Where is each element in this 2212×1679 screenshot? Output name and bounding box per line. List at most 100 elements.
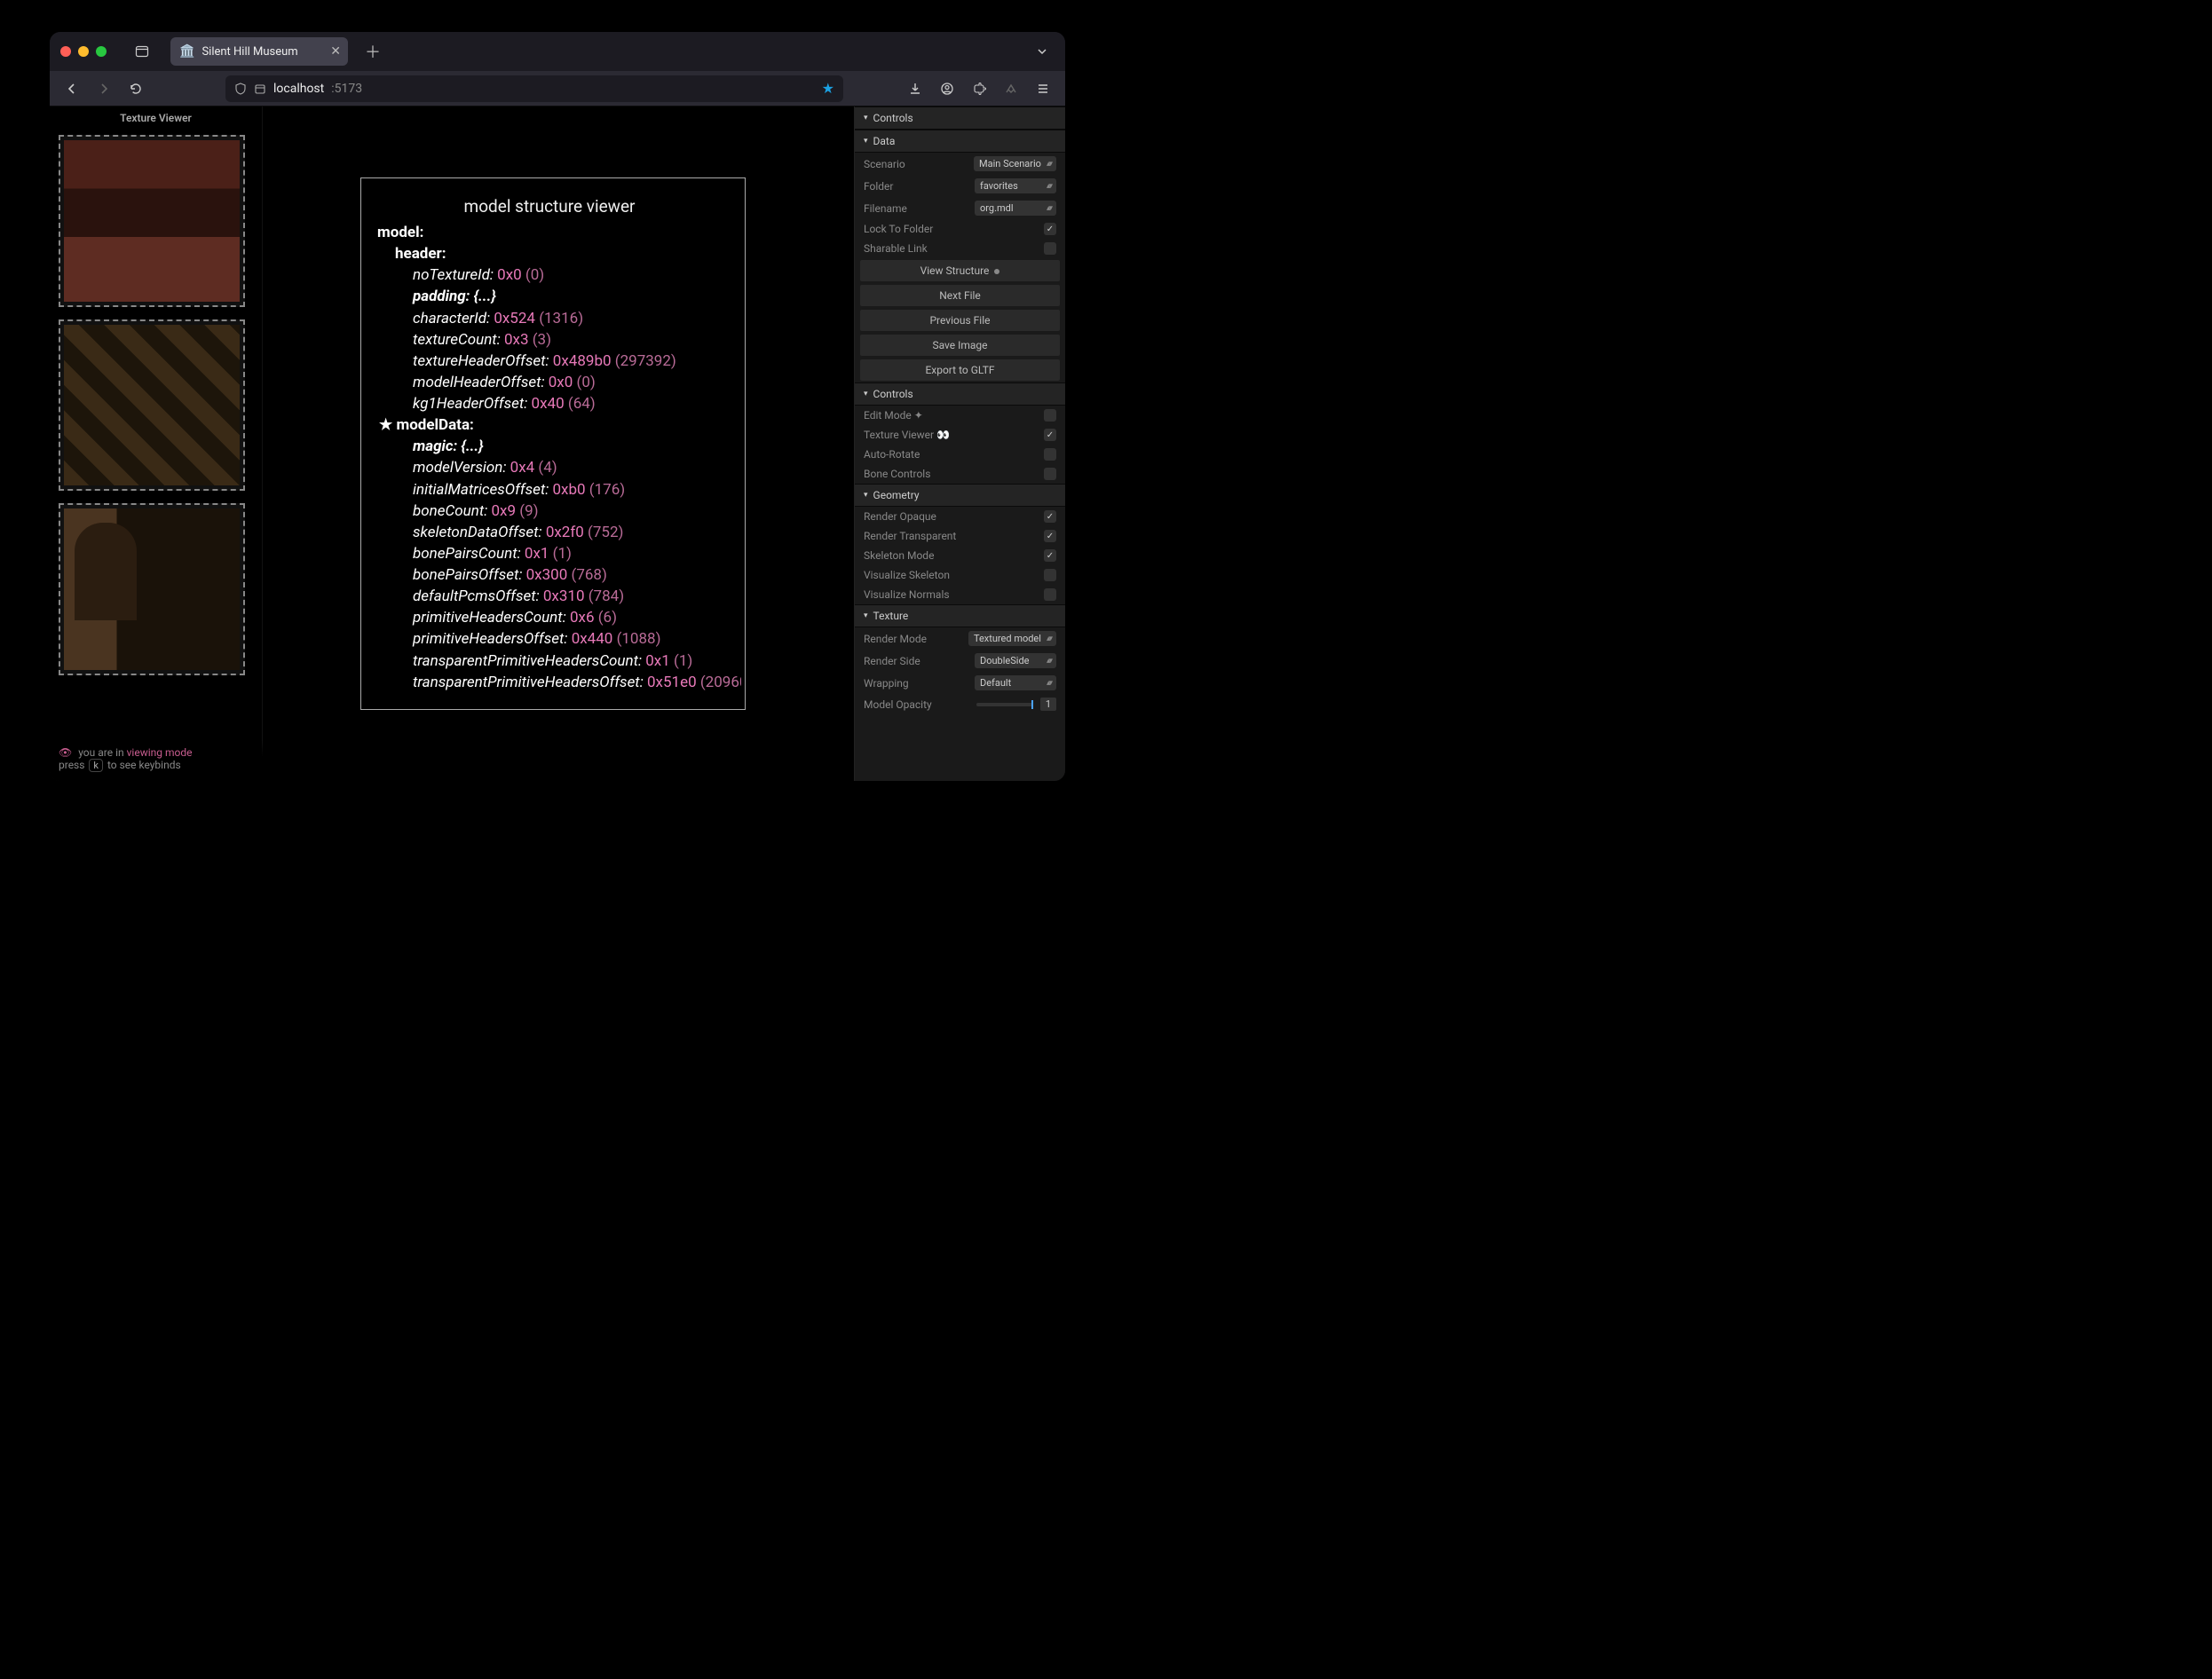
bookmark-star-icon[interactable]: ★	[822, 80, 834, 97]
auto-rotate-checkbox[interactable]	[1044, 448, 1056, 461]
previous-file-button[interactable]: Previous File	[860, 310, 1060, 331]
texture-viewer-checkbox[interactable]	[1044, 429, 1056, 441]
tracking-protection-icon[interactable]	[234, 83, 247, 95]
visualize-skeleton-checkbox[interactable]	[1044, 569, 1056, 581]
texture-thumbnail[interactable]	[59, 319, 245, 492]
wrapping-select[interactable]: Default▴▾	[975, 675, 1056, 690]
folder-row: Folder favorites▴▾	[855, 175, 1065, 197]
section-header-texture[interactable]: ▾Texture	[855, 604, 1065, 627]
chevron-down-icon: ▾	[864, 137, 868, 146]
extensions-button[interactable]	[966, 75, 992, 102]
bone-controls-label: Bone Controls	[864, 468, 1037, 480]
structure-row: modelVersion: 0x4 (4)	[370, 457, 729, 478]
status-bar: 👁 you are in viewing mode press k to see…	[50, 741, 854, 781]
minimize-window-button[interactable]	[78, 46, 89, 57]
wrapping-label: Wrapping	[864, 677, 968, 690]
render-transparent-label: Render Transparent	[864, 530, 1037, 542]
account-button[interactable]	[934, 75, 960, 102]
lock-to-folder-checkbox[interactable]	[1044, 223, 1056, 235]
filename-label: Filename	[864, 202, 968, 215]
model-opacity-value: 1	[1040, 698, 1056, 711]
next-file-button[interactable]: Next File	[860, 285, 1060, 306]
status-mode-line: 👁 you are in viewing mode	[59, 746, 845, 759]
new-tab-button[interactable]: ＋	[360, 39, 385, 64]
render-transparent-checkbox[interactable]	[1044, 530, 1056, 542]
forward-button[interactable]	[91, 75, 117, 102]
render-side-select[interactable]: DoubleSide▴▾	[975, 653, 1056, 668]
structure-scroll[interactable]: model structure viewer model:header:noTe…	[365, 182, 741, 705]
view-structure-button[interactable]: View Structure	[860, 260, 1060, 281]
structure-row: modelData:	[370, 414, 729, 436]
render-mode-select[interactable]: Textured model▴▾	[968, 631, 1056, 646]
visualize-normals-checkbox[interactable]	[1044, 588, 1056, 601]
bone-controls-checkbox[interactable]	[1044, 468, 1056, 480]
structure-row: kg1HeaderOffset: 0x40 (64)	[370, 393, 729, 414]
render-opaque-checkbox[interactable]	[1044, 510, 1056, 523]
sharable-link-label: Sharable Link	[864, 242, 1037, 255]
texture-viewer-row: Texture Viewer 👀	[855, 425, 1065, 445]
save-image-button[interactable]: Save Image	[860, 335, 1060, 356]
select-arrows-icon: ▴▾	[1047, 679, 1051, 688]
site-info-icon[interactable]	[254, 83, 266, 95]
sidebar-toggle-button[interactable]	[130, 39, 154, 64]
visualize-skeleton-label: Visualize Skeleton	[864, 569, 1037, 581]
skeleton-mode-checkbox[interactable]	[1044, 549, 1056, 562]
close-tab-button[interactable]: ✕	[330, 44, 341, 59]
section-header-data[interactable]: ▾Data	[855, 130, 1065, 153]
structure-row[interactable]: magic: {...}	[370, 436, 729, 457]
export-gltf-button[interactable]: Export to GLTF	[860, 359, 1060, 381]
tab-title: Silent Hill Museum	[201, 45, 297, 59]
structure-row: modelHeaderOffset: 0x0 (0)	[370, 372, 729, 393]
structure-row: skeletonDataOffset: 0x2f0 (752)	[370, 522, 729, 543]
inspector-panel[interactable]: ▾Controls ▾Data Scenario Main Scenario▴▾…	[854, 106, 1065, 781]
maximize-window-button[interactable]	[96, 46, 107, 57]
section-header-controls-top[interactable]: ▾Controls	[855, 106, 1065, 130]
back-button[interactable]	[59, 75, 85, 102]
texture-list[interactable]	[50, 130, 262, 781]
eyes-icon: 👀	[936, 429, 950, 441]
reload-button[interactable]	[122, 75, 149, 102]
scenario-select[interactable]: Main Scenario▴▾	[974, 156, 1056, 171]
skeleton-mode-row: Skeleton Mode	[855, 546, 1065, 565]
structure-row[interactable]: padding: {...}	[370, 286, 729, 307]
select-arrows-icon: ▴▾	[1047, 160, 1051, 169]
sharable-link-checkbox[interactable]	[1044, 242, 1056, 255]
downloads-button[interactable]	[902, 75, 928, 102]
scenario-row: Scenario Main Scenario▴▾	[855, 153, 1065, 175]
menu-button[interactable]	[1030, 75, 1056, 102]
structure-row: model:	[370, 222, 729, 243]
extension-icon[interactable]	[998, 75, 1024, 102]
bone-controls-row: Bone Controls	[855, 464, 1065, 484]
close-window-button[interactable]	[60, 46, 71, 57]
select-arrows-icon: ▴▾	[1047, 657, 1051, 666]
key-badge: k	[89, 759, 103, 772]
render-side-row: Render Side DoubleSide▴▾	[855, 650, 1065, 672]
edit-mode-checkbox[interactable]	[1044, 409, 1056, 422]
structure-row: bonePairsOffset: 0x300 (768)	[370, 564, 729, 586]
url-bar[interactable]: localhost:5173 ★	[225, 75, 843, 102]
folder-label: Folder	[864, 180, 968, 193]
texture-thumbnail[interactable]	[59, 135, 245, 307]
filename-row: Filename org.mdl▴▾	[855, 197, 1065, 219]
traffic-lights	[60, 46, 107, 57]
auto-rotate-label: Auto-Rotate	[864, 448, 1037, 461]
sharable-link-row: Sharable Link	[855, 239, 1065, 258]
folder-select[interactable]: favorites▴▾	[975, 178, 1056, 193]
texture-thumbnail[interactable]	[59, 503, 245, 675]
tabs-dropdown-button[interactable]	[1030, 39, 1055, 64]
sparkle-icon: ✦	[914, 409, 923, 422]
model-structure-viewer: model structure viewer model:header:noTe…	[360, 177, 746, 710]
section-header-controls[interactable]: ▾Controls	[855, 382, 1065, 406]
texture-panel-title: Texture Viewer	[50, 106, 262, 130]
model-opacity-slider[interactable]	[976, 703, 1033, 706]
section-header-geometry[interactable]: ▾Geometry	[855, 484, 1065, 507]
render-mode-label: Render Mode	[864, 633, 961, 645]
render-side-label: Render Side	[864, 655, 968, 667]
browser-tab[interactable]: 🏛️ Silent Hill Museum ✕	[170, 37, 348, 66]
chevron-down-icon: ▾	[864, 114, 868, 122]
viewport[interactable]: model structure viewer model:header:noTe…	[263, 106, 854, 781]
filename-select[interactable]: org.mdl▴▾	[975, 201, 1056, 216]
structure-row: transparentPrimitiveHeadersOffset: 0x51e…	[370, 672, 729, 693]
wrapping-row: Wrapping Default▴▾	[855, 672, 1065, 694]
structure-row: initialMatricesOffset: 0xb0 (176)	[370, 479, 729, 501]
